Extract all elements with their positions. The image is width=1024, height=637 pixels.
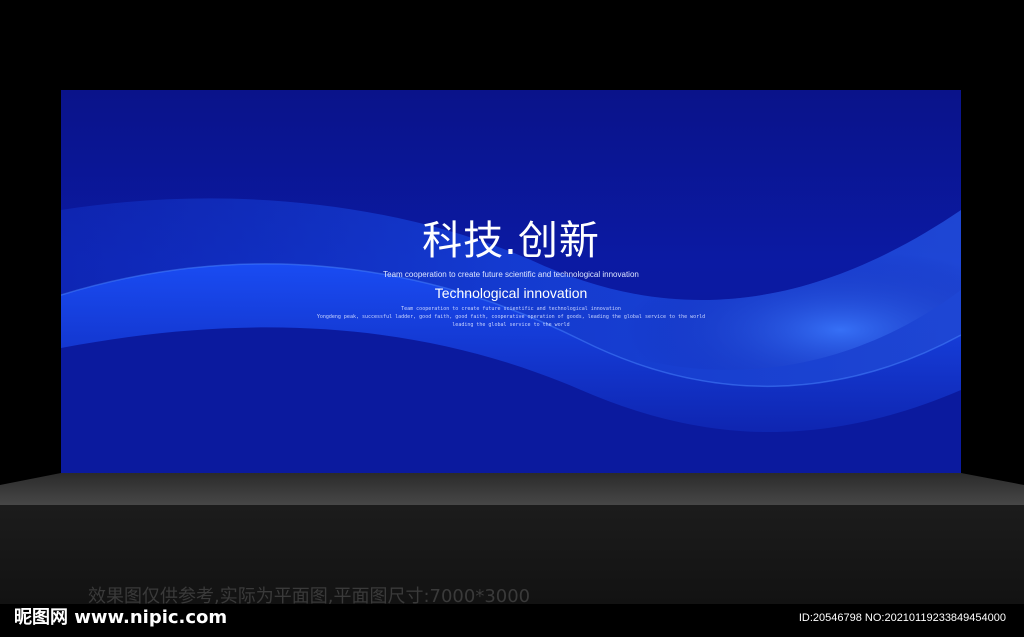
chinese-title: 科技.创新 [422,218,600,264]
stage-floor-top [0,473,1024,505]
site-brand: 昵图网 www.nipic.com [14,607,228,628]
stage-mockup: 科技.创新 Team cooperation to create future … [0,0,1024,637]
wave-graphic [61,198,961,473]
small-text-line-1: Team cooperation to create future scient… [401,306,621,312]
english-title: Technological innovation [434,285,588,301]
small-text-line-3: leading the global service to the world [452,322,570,328]
blue-backdrop-panel: 科技.创新 Team cooperation to create future … [61,90,961,473]
tagline: Team cooperation to create future scient… [383,270,639,279]
image-id-label: ID:20546798 NO:20210119233849454000 [798,612,1006,624]
small-text-line-2: Yongdeng peak, successful ladder, good f… [316,314,706,320]
